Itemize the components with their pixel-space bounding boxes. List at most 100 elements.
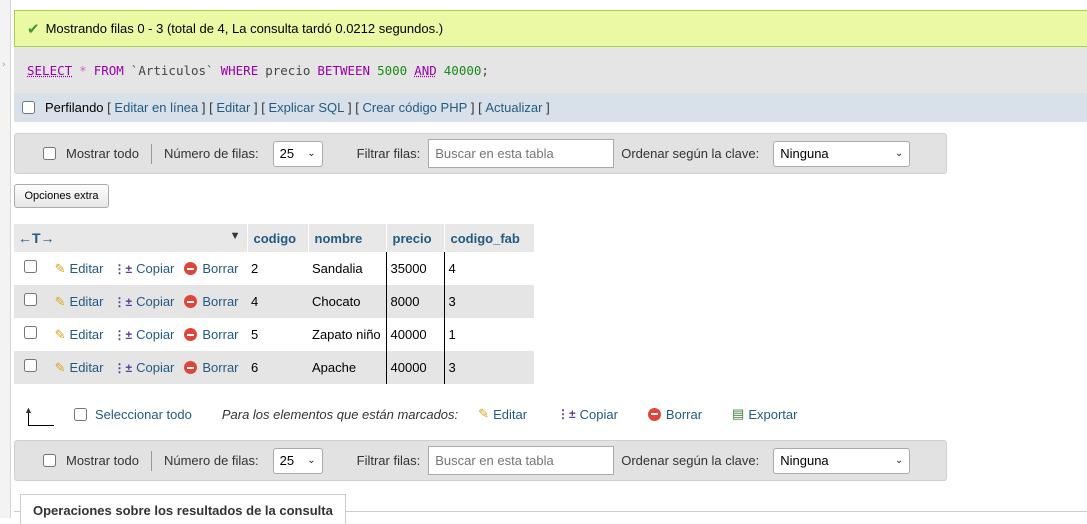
edit-link[interactable]: Editar (216, 100, 250, 115)
arrow-up-left-icon: ▲ (24, 404, 56, 426)
explain-sql-link[interactable]: Explicar SQL (268, 100, 344, 115)
column-header-codigo[interactable]: codigo (247, 224, 309, 252)
row-edit-link[interactable]: Editar (70, 294, 104, 309)
table-row: ✎ Editar ⋮± Copiar Borrar 6 Apache 40000 3 (14, 351, 534, 384)
success-message-text: Mostrando filas 0 - 3 (total de 4, La co… (45, 21, 444, 36)
bulk-copy-button[interactable]: Copiar (580, 407, 618, 422)
filter-label: Filtrar filas: (356, 453, 421, 468)
delete-icon (647, 407, 661, 421)
sql-keyword[interactable]: SELECT (27, 63, 72, 78)
cell-codigo[interactable]: 2 (247, 252, 308, 285)
sql-number: 40000 (443, 62, 482, 78)
cell-nombre[interactable]: Zapato niño (308, 318, 386, 351)
cell-precio[interactable]: 8000 (385, 285, 445, 318)
divider (150, 143, 152, 164)
column-header-codigo-fab[interactable]: codigo_fab (444, 224, 535, 252)
column-header-precio[interactable]: precio (386, 224, 445, 252)
sort-select[interactable]: Ninguna ⌄ (773, 447, 911, 474)
create-php-code-link[interactable]: Crear código PHP (362, 100, 467, 115)
query-operations-title[interactable]: Operaciones sobre los resultados de la c… (20, 494, 346, 524)
cell-precio[interactable]: 35000 (385, 252, 445, 285)
column-arrows-header: ←T→ ▼ (14, 224, 248, 252)
row-edit-link[interactable]: Editar (70, 327, 104, 342)
row-edit-link[interactable]: Editar (70, 261, 104, 276)
cell-codigo[interactable]: 4 (247, 285, 308, 318)
divider (150, 450, 152, 471)
filter-label: Filtrar filas: (356, 146, 421, 161)
navigation-bar-top: Mostrar todo Número de filas: 25 ⌄ Filtra… (14, 133, 947, 174)
bulk-edit-button[interactable]: Editar (493, 407, 527, 422)
row-edit-link[interactable]: Editar (70, 360, 104, 375)
show-all-label: Mostrar todo (66, 146, 139, 161)
checkmark-icon: ✔ (27, 19, 40, 38)
bulk-export-button[interactable]: Exportar (748, 407, 797, 422)
sort-label: Ordenar según la clave: (621, 453, 760, 468)
cell-codigo-fab[interactable]: 3 (444, 351, 534, 384)
select-all-checkbox[interactable] (74, 407, 87, 421)
collapse-arrow-icon[interactable]: › (2, 60, 6, 70)
cell-nombre[interactable]: Sandalia (308, 252, 386, 285)
extra-options-button[interactable]: Opciones extra (14, 184, 109, 208)
chevron-down-icon: ⌄ (307, 455, 316, 466)
chevron-down-icon: ⌄ (307, 148, 316, 159)
show-all-label: Mostrar todo (66, 453, 139, 468)
cell-codigo-fab[interactable]: 1 (444, 318, 534, 351)
row-delete-link[interactable]: Borrar (202, 360, 238, 375)
refresh-link[interactable]: Actualizar (485, 100, 542, 115)
copy-icon: ⋮± (113, 328, 133, 342)
cell-precio[interactable]: 40000 (385, 318, 445, 351)
row-checkbox[interactable] (24, 293, 37, 306)
bulk-actions-bar: ▲ Seleccionar todo Para los elementos qu… (14, 398, 944, 430)
row-checkbox[interactable] (24, 326, 37, 339)
cell-nombre[interactable]: Chocato (308, 285, 386, 318)
row-copy-link[interactable]: Copiar (136, 360, 174, 375)
row-copy-link[interactable]: Copiar (136, 261, 174, 276)
cell-nombre[interactable]: Apache (308, 351, 386, 384)
column-header-nombre[interactable]: nombre (308, 224, 387, 252)
export-icon: ▤ (732, 406, 745, 421)
cell-codigo[interactable]: 6 (247, 351, 308, 384)
filter-input[interactable] (428, 139, 615, 168)
row-delete-link[interactable]: Borrar (202, 294, 238, 309)
show-all-checkbox[interactable] (43, 454, 56, 467)
marked-elements-label: Para los elementos que están marcados: (221, 406, 459, 422)
cell-codigo[interactable]: 5 (247, 318, 308, 351)
filter-input[interactable] (428, 446, 615, 475)
sql-keyword: WHERE (220, 62, 259, 78)
sort-select[interactable]: Ninguna ⌄ (773, 140, 911, 167)
cell-precio[interactable]: 40000 (385, 351, 445, 384)
profiling-checkbox[interactable] (22, 101, 35, 114)
pencil-icon: ✎ (54, 360, 66, 375)
sql-query-box: SELECT * FROM `Articulos` WHERE precio B… (14, 47, 1087, 93)
rows-select-value: 25 (279, 453, 295, 468)
show-all-checkbox[interactable] (43, 147, 56, 160)
cell-codigo-fab[interactable]: 4 (444, 252, 534, 285)
sql-keyword: FROM (93, 62, 124, 78)
rows-select[interactable]: 25 ⌄ (272, 447, 323, 474)
bulk-delete-button[interactable]: Borrar (666, 407, 702, 422)
copy-icon: ⋮± (113, 361, 133, 375)
delete-icon (184, 295, 198, 308)
row-checkbox[interactable] (24, 359, 37, 372)
sql-terminator: ; (481, 62, 489, 78)
column-arrows-icon[interactable]: ←T→ (18, 230, 55, 246)
rows-select[interactable]: 25 ⌄ (272, 140, 323, 167)
edit-inline-link[interactable]: Editar en línea (114, 100, 198, 115)
row-copy-link[interactable]: Copiar (136, 327, 174, 342)
sql-keyword[interactable]: AND (414, 63, 437, 78)
rows-select-value: 25 (279, 146, 295, 161)
select-all-link[interactable]: Seleccionar todo (95, 407, 192, 422)
delete-icon (184, 262, 198, 275)
cell-codigo-fab[interactable]: 3 (444, 285, 534, 318)
success-message-bar: ✔ Mostrando filas 0 - 3 (total de 4, La … (14, 10, 1087, 47)
sort-label: Ordenar según la clave: (621, 146, 760, 161)
pencil-icon: ✎ (54, 327, 66, 342)
sort-triangle-icon[interactable]: ▼ (230, 230, 241, 242)
row-delete-link[interactable]: Borrar (202, 327, 238, 342)
row-delete-link[interactable]: Borrar (202, 261, 238, 276)
navigation-bar-bottom: Mostrar todo Número de filas: 25 ⌄ Filtra… (14, 440, 947, 481)
delete-icon (184, 328, 198, 341)
row-checkbox[interactable] (24, 260, 37, 273)
profiling-label: Perfilando (45, 100, 104, 115)
row-copy-link[interactable]: Copiar (136, 294, 174, 309)
